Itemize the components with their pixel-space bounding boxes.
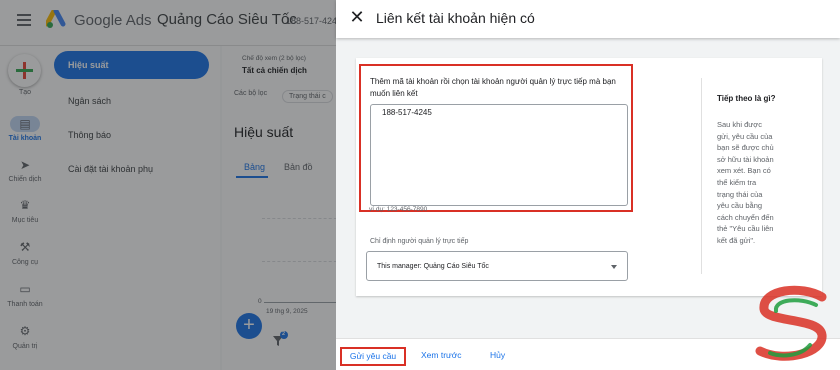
account-id-value: 188-517-4245 <box>382 108 432 117</box>
preview-button[interactable]: Xem trước <box>421 350 462 360</box>
account-id-textarea[interactable]: 188-517-4245 <box>370 104 628 206</box>
watermark-logo-icon <box>755 285 827 361</box>
next-steps-body: Sau khi được gửi, yêu cầu của bạn sẽ đượ… <box>717 120 774 245</box>
instruction-text: Thêm mã tài khoản rồi chọn tài khoản ngư… <box>370 77 616 98</box>
close-icon[interactable]: ✕ <box>348 8 366 26</box>
cancel-button[interactable]: Hủy <box>490 350 505 360</box>
manager-select-value: This manager: Quảng Cáo Siêu Tốc <box>377 263 489 270</box>
send-request-button[interactable]: Gửi yêu cầu <box>340 347 406 366</box>
chevron-down-icon <box>611 265 617 269</box>
link-form-card: Thêm mã tài khoản rồi chọn tài khoản ngư… <box>356 58 822 296</box>
manager-select-label: Chỉ định người quản lý trực tiếp <box>370 238 469 245</box>
dialog-header: ✕ Liên kết tài khoản hiện có <box>336 0 840 38</box>
next-steps-title: Tiếp theo là gì? <box>717 94 776 103</box>
account-id-section-highlight: Thêm mã tài khoản rồi chọn tài khoản ngư… <box>359 64 633 213</box>
manager-select[interactable]: This manager: Quảng Cáo Siêu Tốc <box>366 251 628 281</box>
example-hint: ví dụ: 123-456-7890 <box>369 206 428 213</box>
side-divider <box>701 78 702 274</box>
dialog-title: Liên kết tài khoản hiện có <box>376 10 535 26</box>
